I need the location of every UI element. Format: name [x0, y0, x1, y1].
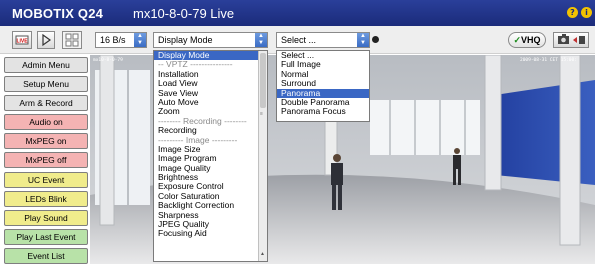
sidebar-button-7[interactable]: LEDs Blink — [4, 191, 88, 207]
svg-text:LIVE: LIVE — [16, 39, 28, 45]
sidebar-button-2[interactable]: Arm & Record — [4, 95, 88, 111]
chevron-updown-icon: ▲ ▼ — [255, 33, 267, 47]
view-select-option[interactable]: Panorama Focus — [277, 107, 369, 116]
display-mode-option[interactable]: Recording — [154, 126, 267, 135]
view-select-option[interactable]: Surround — [277, 79, 369, 88]
scroll-down-arrow-icon[interactable]: ▲ — [260, 251, 265, 257]
display-mode-option[interactable]: Load View — [154, 79, 267, 88]
sidebar-button-0[interactable]: Admin Menu — [4, 57, 88, 73]
display-mode-option[interactable]: Brightness — [154, 173, 267, 182]
display-mode-option[interactable]: Save View — [154, 89, 267, 98]
app-title: MOBOTIX Q24 — [12, 6, 104, 21]
vhq-button[interactable]: ✓VHQ — [508, 32, 546, 48]
display-mode-option[interactable]: Backlight Correction — [154, 201, 267, 210]
live-icon[interactable]: LIVE — [12, 31, 32, 49]
rate-select[interactable]: 16 B/s ▲ ▼ — [95, 32, 147, 48]
help-icon[interactable]: ? — [567, 7, 578, 18]
check-icon: ✓ — [513, 35, 522, 45]
display-mode-option: -- VPTZ --------------- — [158, 60, 233, 70]
chevron-updown-icon: ▲ ▼ — [134, 33, 146, 47]
sidebar: Admin Menu Setup Menu Arm & Record Audio on… — [0, 55, 90, 264]
view-select-option[interactable]: Double Panorama — [277, 98, 369, 107]
display-mode-option: --------- Image --------- — [158, 135, 238, 145]
chevron-updown-icon: ▲ ▼ — [357, 33, 369, 47]
title-bar: MOBOTIX Q24 mx10-8-0-79 Live ? i — [0, 0, 595, 26]
sidebar-button-10[interactable]: Event List — [4, 248, 88, 264]
camera-icon[interactable] — [553, 32, 589, 48]
display-mode-option: -------- Recording -------- — [158, 116, 247, 126]
view-select-option[interactable]: Full Image — [277, 60, 369, 69]
rate-value: 16 B/s — [100, 35, 126, 45]
sidebar-button-6[interactable]: UC Event — [4, 172, 88, 188]
display-mode-option[interactable]: Auto Move — [154, 98, 267, 107]
sidebar-button-3[interactable]: Audio on — [4, 114, 88, 130]
view-select[interactable]: Select ... ▲ ▼ — [276, 32, 370, 48]
scroll-thumb[interactable] — [260, 53, 266, 108]
display-mode-option[interactable]: Zoom — [154, 107, 267, 116]
sidebar-button-5[interactable]: MxPEG off — [4, 152, 88, 168]
view-select-option[interactable]: Normal — [277, 70, 369, 79]
vhq-label: VHQ — [521, 35, 541, 45]
display-mode-option[interactable]: Image Size — [154, 145, 267, 154]
view-select-option[interactable]: Select ... — [277, 51, 369, 60]
display-mode-select[interactable]: Display Mode ▲ ▼ — [153, 32, 268, 48]
display-mode-dropdown[interactable]: ▲ ≡ Display Mode -- VPTZ --------------- I… — [153, 50, 268, 262]
play-icon[interactable] — [37, 31, 55, 49]
sidebar-button-9[interactable]: Play Last Event — [4, 229, 88, 245]
scrollbar[interactable]: ▲ ≡ — [258, 51, 267, 261]
display-mode-option[interactable]: Color Saturation — [154, 192, 267, 201]
camera-name: mx10-8-0-79 Live — [133, 6, 235, 21]
view-select-value: Select ... — [281, 35, 317, 45]
display-mode-option[interactable]: JPEG Quality — [154, 220, 267, 229]
display-mode-option[interactable]: Sharpness — [154, 211, 267, 220]
display-mode-option[interactable]: Exposure Control — [154, 182, 267, 191]
view-select-dropdown[interactable]: Select ... Full Image Normal Surround Panora… — [276, 50, 370, 122]
grid-icon[interactable] — [62, 31, 82, 49]
display-mode-option[interactable]: Image Program — [154, 154, 267, 163]
sidebar-button-4[interactable]: MxPEG on — [4, 133, 88, 149]
display-mode-value: Display Mode — [158, 35, 213, 45]
timestamp-right: 2009-08-31 CET 15:00: — [520, 57, 577, 63]
sidebar-button-1[interactable]: Setup Menu — [4, 76, 88, 92]
display-mode-option[interactable]: Image Quality — [154, 164, 267, 173]
display-mode-option[interactable]: Focusing Aid — [154, 229, 267, 238]
scroll-grip-icon: ≡ — [260, 111, 263, 117]
display-mode-option[interactable]: Display Mode — [154, 51, 267, 61]
display-mode-option[interactable]: Installation — [154, 70, 267, 79]
view-select-option[interactable]: Panorama — [277, 88, 369, 98]
sidebar-button-8[interactable]: Play Sound — [4, 210, 88, 226]
info-icon[interactable]: i — [581, 7, 592, 18]
apply-dot-icon[interactable] — [372, 36, 379, 43]
timestamp-left: mx10-8-0-79 — [93, 57, 123, 63]
